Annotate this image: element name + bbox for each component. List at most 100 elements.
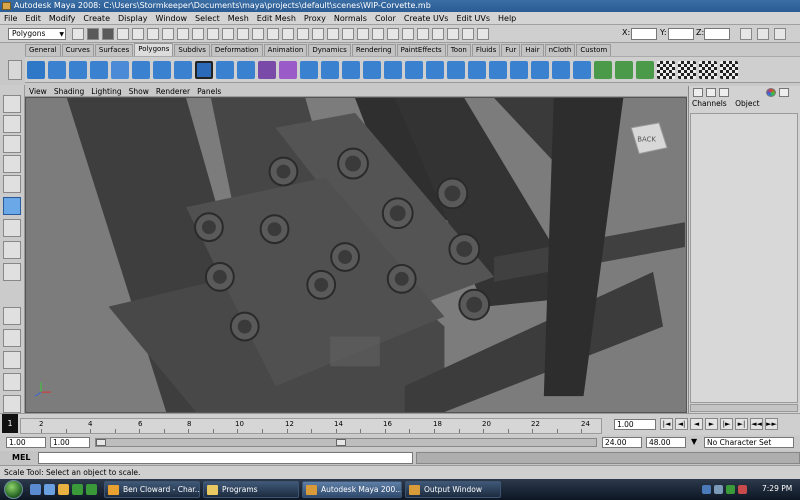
poly-cube-icon[interactable] xyxy=(48,61,66,79)
spherical-mapping-icon[interactable] xyxy=(636,61,654,79)
time-slider-track[interactable]: 2 4 6 8 10 12 14 16 18 20 22 24 xyxy=(20,418,602,434)
bevel-icon[interactable] xyxy=(426,61,444,79)
range-slider-bar[interactable] xyxy=(95,438,597,447)
history-icon[interactable] xyxy=(387,28,399,40)
animation-start-field[interactable]: 1.00 xyxy=(6,437,46,448)
poly-pyramid-icon[interactable] xyxy=(174,61,192,79)
select-tool-icon[interactable] xyxy=(3,95,21,113)
move-tool-icon[interactable] xyxy=(3,155,21,173)
planar-mapping-icon[interactable] xyxy=(594,61,612,79)
shelf-tab-deformation[interactable]: Deformation xyxy=(210,44,263,56)
layout-uvs-icon[interactable] xyxy=(720,61,738,79)
range-start-handle[interactable] xyxy=(96,439,106,446)
automatic-mapping-icon[interactable] xyxy=(657,61,675,79)
menu-create-uvs[interactable]: Create UVs xyxy=(404,14,449,23)
layout-single-pane-icon[interactable] xyxy=(3,307,21,325)
layout-persp-graph-icon[interactable] xyxy=(3,373,21,391)
step-back-frame-button[interactable]: ◄ xyxy=(690,418,703,430)
unfold-uvs-icon[interactable] xyxy=(699,61,717,79)
open-scene-icon[interactable] xyxy=(87,28,99,40)
scale-tool-icon[interactable] xyxy=(3,197,21,215)
delete-edge-icon[interactable] xyxy=(510,61,528,79)
smooth-proxy-icon[interactable] xyxy=(279,61,297,79)
extrude-icon[interactable] xyxy=(300,61,318,79)
layout-hypershade-icon[interactable] xyxy=(3,395,21,413)
transform-mode-icon[interactable] xyxy=(477,28,489,40)
task-button-browser[interactable]: Ben Cloward - Char... xyxy=(104,481,200,498)
poly-pipe-icon[interactable] xyxy=(195,61,213,79)
snap-point-icon[interactable] xyxy=(342,28,354,40)
volume-icon[interactable] xyxy=(714,485,723,494)
merge-edge-icon[interactable] xyxy=(468,61,486,79)
tool-settings-toggle-icon[interactable] xyxy=(774,28,786,40)
combine-icon[interactable] xyxy=(216,61,234,79)
new-scene-icon[interactable] xyxy=(72,28,84,40)
poly-cylinder-icon[interactable] xyxy=(69,61,87,79)
go-to-end-button[interactable]: ►► xyxy=(765,418,778,430)
animation-end-field[interactable]: 48.00 xyxy=(646,437,686,448)
menu-file[interactable]: File xyxy=(4,14,17,23)
panel-menu-view[interactable]: View xyxy=(29,87,47,96)
playback-end-field[interactable]: 24.00 xyxy=(602,437,642,448)
layer-editor-mode-icon[interactable] xyxy=(706,88,716,97)
color-wheel-icon[interactable] xyxy=(766,88,776,97)
select-rendering-icon[interactable] xyxy=(267,28,279,40)
playback-start-field[interactable]: 1.00 xyxy=(50,437,90,448)
current-time-field[interactable]: 1.00 xyxy=(614,419,656,430)
panel-menu-lighting[interactable]: Lighting xyxy=(91,87,121,96)
x-coord-field[interactable] xyxy=(631,28,657,40)
shelf-tab-painteffects[interactable]: PaintEffects xyxy=(396,44,446,56)
triangulate-icon[interactable] xyxy=(531,61,549,79)
menu-modify[interactable]: Modify xyxy=(49,14,76,23)
snap-grid-icon[interactable] xyxy=(312,28,324,40)
hypershade-icon[interactable] xyxy=(447,28,459,40)
ipr-render-icon[interactable] xyxy=(417,28,429,40)
menu-create[interactable]: Create xyxy=(83,14,110,23)
uv-texture-editor-icon[interactable] xyxy=(678,61,696,79)
attribute-editor-icon[interactable] xyxy=(779,88,789,97)
z-coord-field[interactable] xyxy=(704,28,730,40)
quick-launch-app-icon[interactable] xyxy=(86,484,97,495)
bridge-icon[interactable] xyxy=(321,61,339,79)
quick-launch-app-icon[interactable] xyxy=(72,484,83,495)
poly-plane-icon[interactable] xyxy=(111,61,129,79)
current-frame-marker[interactable]: 1 xyxy=(2,414,18,433)
append-polygon-icon[interactable] xyxy=(342,61,360,79)
separate-icon[interactable] xyxy=(237,61,255,79)
channel-layer-mode-icon[interactable] xyxy=(719,88,729,97)
select-handles-icon[interactable] xyxy=(177,28,189,40)
channel-box-list[interactable] xyxy=(690,113,798,403)
select-surfaces-icon[interactable] xyxy=(222,28,234,40)
character-set-field[interactable]: No Character Set xyxy=(704,437,794,448)
split-polygon-icon[interactable] xyxy=(363,61,381,79)
shelf-tab-curves[interactable]: Curves xyxy=(61,44,94,56)
menu-set-dropdown[interactable]: Polygons ▼ xyxy=(8,28,66,40)
lasso-tool-icon[interactable] xyxy=(3,115,21,133)
start-button[interactable] xyxy=(4,480,23,499)
shelf-tab-hair[interactable]: Hair xyxy=(521,44,544,56)
range-end-handle[interactable] xyxy=(336,439,346,446)
select-hierarchy-icon[interactable] xyxy=(117,28,129,40)
select-component-icon[interactable] xyxy=(147,28,159,40)
channel-box-toggle-icon[interactable] xyxy=(757,28,769,40)
shelf-tab-subdivs[interactable]: Subdivs xyxy=(174,44,210,56)
shelf-tab-animation[interactable]: Animation xyxy=(263,44,308,56)
panel-menu-panels[interactable]: Panels xyxy=(197,87,221,96)
poly-torus-icon[interactable] xyxy=(132,61,150,79)
menu-proxy[interactable]: Proxy xyxy=(304,14,326,23)
select-curves-icon[interactable] xyxy=(207,28,219,40)
insert-edge-loop-icon[interactable] xyxy=(384,61,402,79)
poly-cone-icon[interactable] xyxy=(90,61,108,79)
show-manipulator-icon[interactable] xyxy=(3,263,21,281)
render-icon[interactable] xyxy=(402,28,414,40)
channel-box-scrollbar[interactable] xyxy=(690,404,798,412)
merge-vertices-icon[interactable] xyxy=(447,61,465,79)
menu-display[interactable]: Display xyxy=(118,14,148,23)
shelf-tab-rendering[interactable]: Rendering xyxy=(351,44,396,56)
shelf-menu-button[interactable] xyxy=(8,60,22,80)
tray-app-icon[interactable] xyxy=(738,485,747,494)
select-deformations-icon[interactable] xyxy=(237,28,249,40)
layout-four-pane-icon[interactable] xyxy=(3,329,21,347)
show-desktop-icon[interactable] xyxy=(30,484,41,495)
shelf-tab-dynamics[interactable]: Dynamics xyxy=(308,44,351,56)
